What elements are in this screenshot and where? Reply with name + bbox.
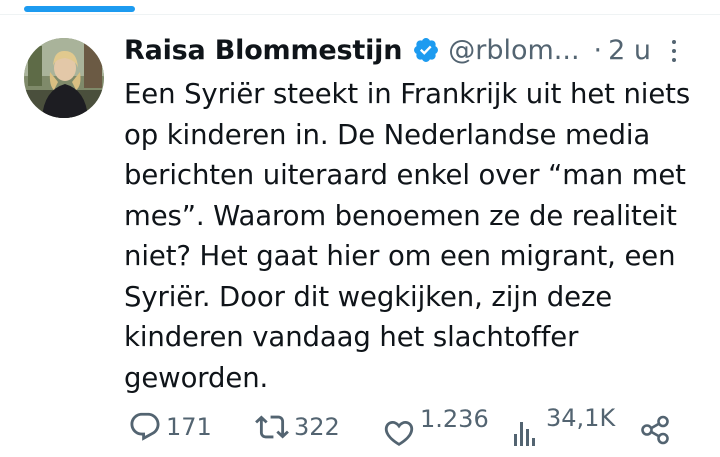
retweet-count: 322 xyxy=(294,413,340,441)
avatar[interactable] xyxy=(24,38,104,118)
retweet-button[interactable]: 322 xyxy=(254,410,340,444)
tweet-text-line: berichten uiteraard enkel over “man met xyxy=(124,159,686,191)
tweet-text-line: Syriër. Door dit wegkijken, zijn deze xyxy=(124,280,613,313)
like-count: 1.236 xyxy=(420,405,489,433)
author-name[interactable]: Raisa Blommestijn xyxy=(124,35,402,66)
share-button[interactable] xyxy=(639,414,671,446)
tweet-actions: 171 322 1.236 34,1K xyxy=(0,404,720,454)
reply-count: 171 xyxy=(166,413,212,441)
divider xyxy=(0,14,720,15)
author-handle[interactable]: @rblom... xyxy=(448,35,579,66)
avatar-photo xyxy=(24,38,104,118)
tweet-text-line: geworden. xyxy=(124,361,269,394)
reply-button[interactable]: 171 xyxy=(128,410,212,444)
tweet-text: Een Syriër steekt in Frankrijk uit het n… xyxy=(124,74,704,398)
heart-icon xyxy=(384,420,414,446)
verified-badge-icon[interactable] xyxy=(412,36,440,64)
more-options-icon[interactable] xyxy=(664,36,684,66)
like-button[interactable]: 1.236 xyxy=(382,404,489,450)
tweet-text-line: mes”. Waarom benoemen ze de realiteit xyxy=(124,199,677,232)
views-icon xyxy=(514,422,535,446)
tweet-text-line: op kinderen in. De Nederlandse media xyxy=(124,118,651,151)
separator-dot: · xyxy=(593,34,603,66)
views-count: 34,1K xyxy=(546,404,616,432)
tweet-timestamp[interactable]: 2 u xyxy=(608,35,651,66)
tweet-header: Raisa Blommestijn @rblom... · 2 u xyxy=(124,30,651,70)
tweet-text-line: Een Syriër steekt in Frankrijk uit het n… xyxy=(124,78,691,110)
tweet-text-line: kinderen vandaag het slachtoffer xyxy=(124,321,579,353)
share-icon xyxy=(641,415,669,445)
views-button[interactable]: 34,1K xyxy=(512,404,615,448)
retweet-icon xyxy=(255,415,289,439)
active-tab-indicator xyxy=(24,6,135,12)
tweet-text-line: niet? Het gaat hier om een migrant, een xyxy=(124,240,676,272)
reply-icon xyxy=(130,412,160,441)
